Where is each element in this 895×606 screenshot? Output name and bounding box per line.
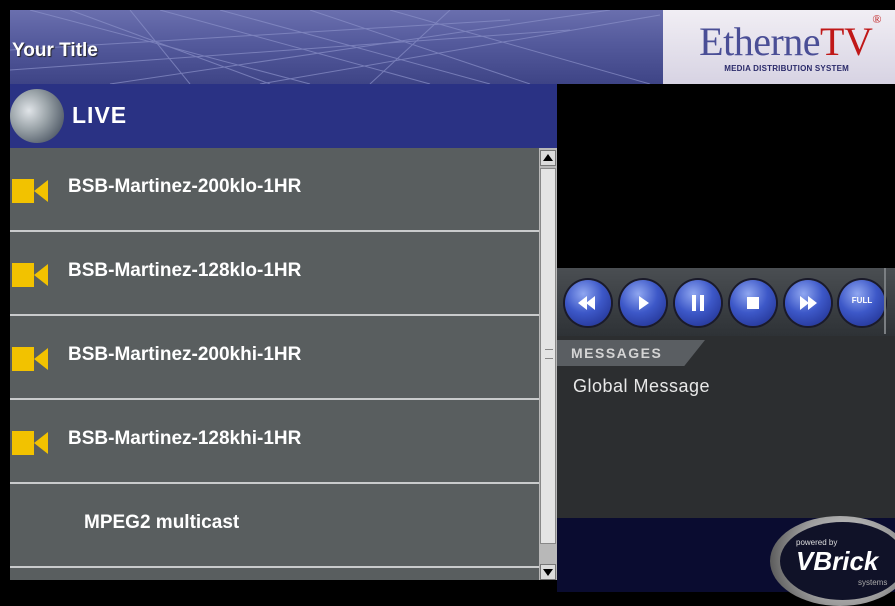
stream-item[interactable]: BSB-Martinez-128khi-1HR: [10, 400, 539, 484]
pause-button[interactable]: [675, 280, 721, 326]
fullscreen-button[interactable]: FULL: [839, 280, 885, 326]
fullscreen-label: FULL: [851, 296, 873, 305]
scroll-thumb[interactable]: [540, 168, 556, 544]
fast-forward-button[interactable]: [785, 280, 831, 326]
logo-main: Etherne: [699, 19, 821, 64]
stop-button[interactable]: [730, 280, 776, 326]
scroll-up-button[interactable]: [540, 150, 556, 166]
chevron-up-icon: [543, 154, 553, 161]
chevron-down-icon: [543, 569, 553, 576]
live-section-header: LIVE: [10, 84, 557, 148]
video-camera-icon: [12, 347, 48, 371]
vbrick-suffix: systems: [858, 578, 888, 587]
logo-subtitle: MEDIA DISTRIBUTION SYSTEM: [724, 64, 849, 73]
stream-label: BSB-Martinez-200klo-1HR: [68, 176, 302, 197]
stream-item[interactable]: BSB-Martinez-200khi-1HR: [10, 316, 539, 400]
controls-divider: [884, 268, 886, 334]
playback-controls: FULL: [557, 268, 895, 336]
message-text: Global Message: [573, 376, 711, 396]
grip-icon: [545, 349, 553, 359]
stream-item[interactable]: BSB-Martinez-128klo-1HR: [10, 232, 539, 316]
header: Your Title EtherneTV® MEDIA DISTRIBUTION…: [10, 10, 895, 84]
video-camera-icon: [12, 179, 48, 203]
stream-label: BSB-Martinez-128klo-1HR: [68, 260, 302, 281]
pause-icon: [692, 295, 704, 311]
logo-accent: TV: [820, 19, 873, 64]
scroll-down-button[interactable]: [540, 564, 556, 580]
page-title: Your Title: [12, 40, 98, 61]
stream-list: BSB-Martinez-200klo-1HR BSB-Martinez-128…: [10, 148, 539, 580]
rewind-button[interactable]: [565, 280, 611, 326]
logo-wordmark: EtherneTV®: [699, 12, 881, 65]
live-label: LIVE: [72, 102, 128, 128]
messages-tab-label: MESSAGES: [571, 345, 663, 361]
app-frame: Your Title EtherneTV® MEDIA DISTRIBUTION…: [0, 0, 895, 606]
ethernetv-logo: EtherneTV® MEDIA DISTRIBUTION SYSTEM: [663, 10, 895, 84]
stream-item[interactable]: MPEG2 multicast: [10, 484, 539, 568]
stop-icon: [747, 297, 759, 309]
logo-registered-mark: ®: [872, 11, 881, 26]
stream-label: BSB-Martinez-128khi-1HR: [68, 428, 302, 449]
stream-item[interactable]: BSB-Martinez-200klo-1HR: [10, 148, 539, 232]
live-disc-icon: [10, 89, 64, 143]
stream-label: MPEG2 multicast: [84, 512, 240, 533]
play-button[interactable]: [620, 280, 666, 326]
rewind-icon: [578, 296, 595, 310]
stream-label: BSB-Martinez-200khi-1HR: [68, 344, 302, 365]
messages-panel: MESSAGES Global Message: [557, 336, 895, 518]
vbrick-name: VBrick: [796, 546, 879, 576]
fast-forward-icon: [800, 296, 817, 310]
messages-tab: MESSAGES: [557, 340, 705, 366]
video-player[interactable]: [557, 84, 895, 268]
play-icon: [639, 296, 649, 310]
list-scrollbar[interactable]: [539, 148, 557, 580]
video-camera-icon: [12, 431, 48, 455]
video-camera-icon: [12, 263, 48, 287]
